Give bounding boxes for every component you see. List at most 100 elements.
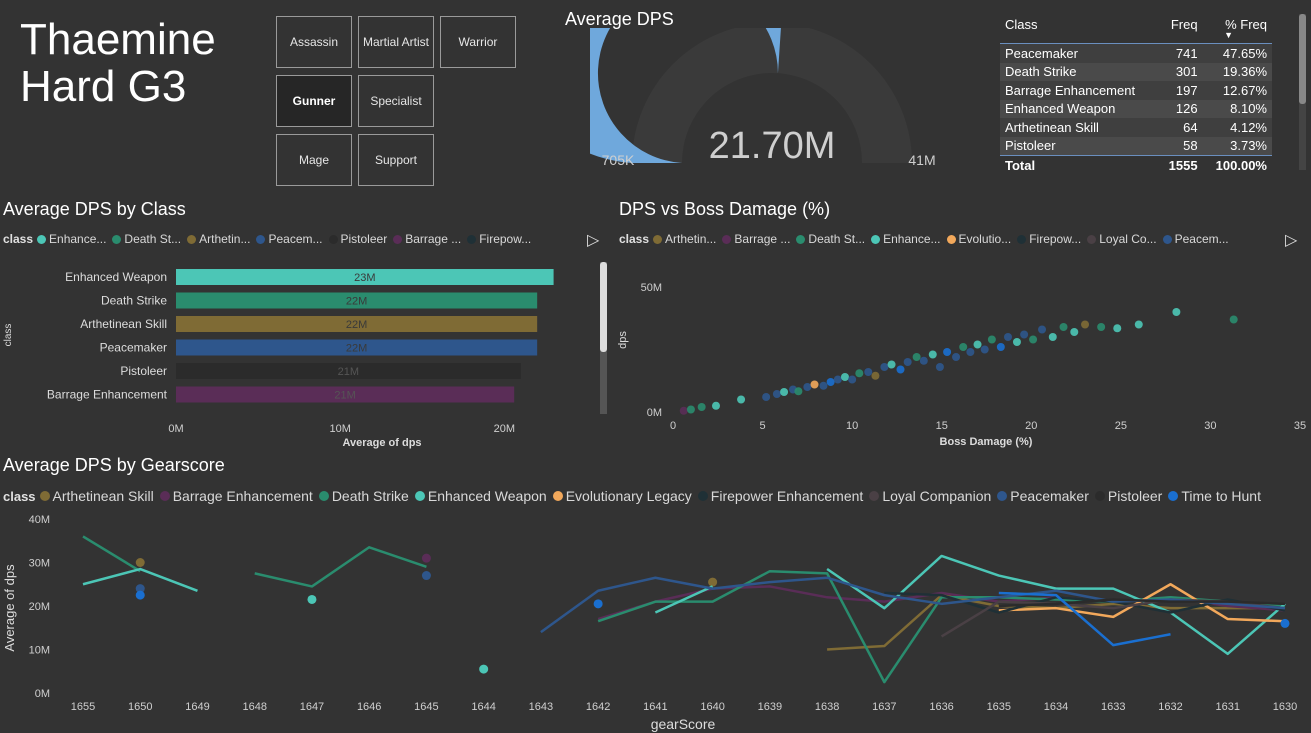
scatter-point[interactable] bbox=[697, 403, 706, 411]
scatter-point[interactable] bbox=[928, 350, 937, 359]
scatter-point[interactable] bbox=[987, 335, 996, 344]
bar-legend-item-enhanced-weapon[interactable]: Enhance... bbox=[37, 232, 106, 246]
scatter-point[interactable] bbox=[1070, 328, 1079, 336]
line-series-death-strike[interactable] bbox=[82, 535, 141, 573]
scatter-point[interactable] bbox=[803, 383, 812, 391]
scatter-legend-item-firepower-enhancement[interactable]: Firepow... bbox=[1017, 232, 1081, 246]
scatter-point[interactable] bbox=[1012, 338, 1021, 346]
line-series-death-strike[interactable] bbox=[254, 546, 427, 588]
scatter-point[interactable] bbox=[855, 369, 864, 378]
scatter-point[interactable] bbox=[1048, 333, 1057, 341]
bar-legend-item-pistoleer[interactable]: Pistoleer bbox=[328, 232, 387, 246]
line-point-enhanced-weapon[interactable] bbox=[479, 664, 489, 674]
scatter-legend-item-arthetinean-skill[interactable]: Arthetin... bbox=[653, 232, 716, 246]
scatter-point[interactable] bbox=[772, 390, 781, 398]
scatter-point[interactable] bbox=[980, 345, 989, 354]
slicer-button-specialist[interactable]: Specialist bbox=[358, 75, 434, 127]
scatter-point[interactable] bbox=[1020, 330, 1029, 339]
line-legend-item-peacemaker[interactable]: Peacemaker bbox=[997, 488, 1089, 504]
scatter-point[interactable] bbox=[686, 405, 695, 414]
scatter-point[interactable] bbox=[871, 371, 880, 380]
scatter-point[interactable] bbox=[1134, 320, 1143, 329]
scatter-legend-item-peacemaker[interactable]: Peacem... bbox=[1162, 232, 1229, 246]
table-row[interactable]: Death Strike 301 19.36% bbox=[1000, 62, 1272, 81]
line-point-time-to-hunt[interactable] bbox=[1280, 618, 1290, 628]
scatter-point[interactable] bbox=[935, 363, 944, 371]
table-row[interactable]: Arthetinean Skill 64 4.12% bbox=[1000, 118, 1272, 137]
scatter-point[interactable] bbox=[794, 387, 803, 396]
scatter-point[interactable] bbox=[973, 340, 982, 349]
scatter-legend-item-loyal-companion[interactable]: Loyal Co... bbox=[1087, 232, 1157, 246]
scatter-legend-item-evolutionary-legacy[interactable]: Evolutio... bbox=[946, 232, 1011, 246]
table-header-class[interactable]: Class bbox=[1000, 6, 1159, 44]
line-legend-item-loyal-companion[interactable]: Loyal Companion bbox=[869, 488, 991, 504]
scatter-point[interactable] bbox=[679, 406, 688, 415]
scatter-point[interactable] bbox=[833, 375, 842, 384]
scatter-point[interactable] bbox=[1081, 320, 1090, 329]
scatter-point[interactable] bbox=[864, 368, 873, 376]
line-legend-item-arthetinean-skill[interactable]: Arthetinean Skill bbox=[39, 488, 154, 504]
scatter-point[interactable] bbox=[959, 343, 968, 351]
slicer-button-mage[interactable]: Mage bbox=[276, 134, 352, 186]
bar-legend-item-firepower-enhancement[interactable]: Firepow... bbox=[467, 232, 531, 246]
scatter-point[interactable] bbox=[896, 365, 905, 374]
scatter-point[interactable] bbox=[996, 343, 1005, 351]
bar-legend-item-death-strike[interactable]: Death St... bbox=[112, 232, 181, 246]
scatter-point[interactable] bbox=[943, 348, 952, 356]
scatter-point[interactable] bbox=[1029, 335, 1038, 344]
scatter-legend-item-enhanced-weapon[interactable]: Enhance... bbox=[871, 232, 941, 246]
scatter-legend-item-death-strike[interactable]: Death St... bbox=[796, 232, 865, 246]
line-point-time-to-hunt[interactable] bbox=[135, 590, 145, 600]
scatter-point[interactable] bbox=[819, 381, 828, 390]
table-row[interactable]: Peacemaker 741 47.65% bbox=[1000, 43, 1272, 63]
line-point-arthetinean-skill[interactable] bbox=[135, 558, 145, 567]
scatter-point[interactable] bbox=[903, 358, 912, 366]
scatter-point[interactable] bbox=[762, 393, 771, 401]
table-row[interactable]: Enhanced Weapon 126 8.10% bbox=[1000, 99, 1272, 118]
line-point-enhanced-weapon[interactable] bbox=[307, 594, 317, 604]
table-header-freq[interactable]: Freq bbox=[1159, 6, 1203, 44]
line-legend-item-time-to-hunt[interactable]: Time to Hunt bbox=[1168, 488, 1261, 504]
slicer-button-gunner[interactable]: Gunner bbox=[276, 75, 352, 127]
scatter-point[interactable] bbox=[711, 401, 720, 410]
scatter-point[interactable] bbox=[848, 375, 857, 384]
scatter-point[interactable] bbox=[952, 353, 961, 361]
bar-legend-item-barrage-enhancement[interactable]: Barrage ... bbox=[393, 232, 461, 246]
scatter-legend-next-icon[interactable]: ▷ bbox=[1285, 230, 1297, 250]
bar-legend-next-icon[interactable]: ▷ bbox=[587, 230, 599, 250]
bar-chart-scrollbar[interactable] bbox=[600, 262, 607, 414]
scatter-point[interactable] bbox=[887, 360, 896, 369]
line-series-death-strike[interactable] bbox=[597, 569, 1286, 684]
scatter-point[interactable] bbox=[912, 353, 921, 361]
bar-chart-scrollbar-thumb[interactable] bbox=[600, 262, 607, 352]
scatter-point[interactable] bbox=[840, 373, 849, 381]
line-point-time-to-hunt[interactable] bbox=[593, 599, 603, 609]
scatter-point[interactable] bbox=[810, 380, 819, 389]
line-legend-item-evolutionary-legacy[interactable]: Evolutionary Legacy bbox=[552, 488, 692, 504]
line-legend-item-enhanced-weapon[interactable]: Enhanced Weapon bbox=[414, 488, 547, 504]
slicer-button-assassin[interactable]: Assassin bbox=[276, 16, 352, 68]
scatter-point[interactable] bbox=[737, 395, 746, 404]
table-row[interactable]: Pistoleer 58 3.73% bbox=[1000, 136, 1272, 156]
line-point-peacemaker[interactable] bbox=[421, 571, 431, 581]
scatter-point[interactable] bbox=[966, 348, 975, 356]
bar-legend-item-arthetinean-skill[interactable]: Arthetin... bbox=[187, 232, 250, 246]
scatter-point[interactable] bbox=[1003, 333, 1012, 341]
scatter-point[interactable] bbox=[1059, 323, 1068, 331]
slicer-button-support[interactable]: Support bbox=[358, 134, 434, 186]
line-point-barrage-enhancement[interactable] bbox=[421, 553, 431, 563]
scatter-point[interactable] bbox=[826, 378, 835, 386]
table-scrollbar-thumb[interactable] bbox=[1299, 14, 1306, 104]
line-legend-item-death-strike[interactable]: Death Strike bbox=[318, 488, 409, 504]
slicer-button-martial-artist[interactable]: Martial Artist bbox=[358, 16, 434, 68]
scatter-point[interactable] bbox=[919, 356, 928, 365]
line-legend-item-firepower-enhancement[interactable]: Firepower Enhancement bbox=[697, 488, 863, 504]
scatter-point[interactable] bbox=[1229, 315, 1238, 324]
line-point-arthetinean-skill[interactable] bbox=[708, 577, 718, 587]
scatter-point[interactable] bbox=[1038, 325, 1047, 334]
scatter-point[interactable] bbox=[1113, 324, 1122, 333]
slicer-button-warrior[interactable]: Warrior bbox=[440, 16, 516, 68]
line-legend-item-pistoleer[interactable]: Pistoleer bbox=[1094, 488, 1162, 504]
table-row[interactable]: Barrage Enhancement 197 12.67% bbox=[1000, 81, 1272, 100]
table-header-pct-freq[interactable]: ▼% Freq bbox=[1203, 6, 1272, 44]
